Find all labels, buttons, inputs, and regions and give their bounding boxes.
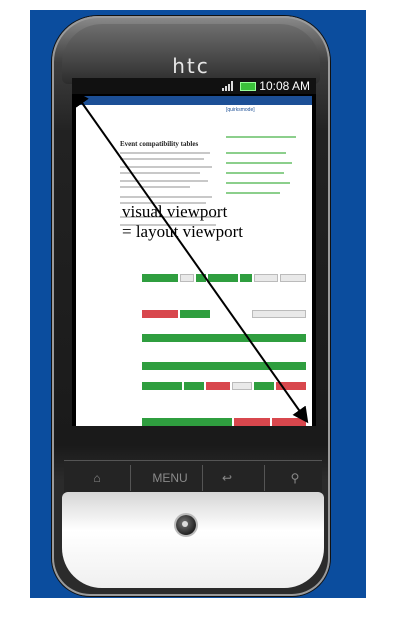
battery-icon [240,82,256,91]
status-time: 10:08 AM [259,79,310,93]
phone-top-bezel: htc [62,24,320,84]
hardware-button-bar: ⌂ MENU ↩ ⚲ [64,460,322,495]
diagonal-arrow [76,96,309,424]
signal-icon [222,81,236,91]
back-icon[interactable]: ↩ [212,467,242,489]
menu-button[interactable]: MENU [140,467,200,489]
phone-chin [62,492,324,588]
brand-logo: htc [172,54,210,78]
status-bar: 10:08 AM [72,78,316,94]
trackball-icon[interactable] [176,515,196,535]
home-icon[interactable]: ⌂ [82,467,112,489]
phone-screen: 10:08 AM [quirksmode] Event compatibilit… [72,78,316,426]
webpage-content[interactable]: [quirksmode] Event compatibility tables [76,96,312,426]
search-icon[interactable]: ⚲ [280,467,310,489]
